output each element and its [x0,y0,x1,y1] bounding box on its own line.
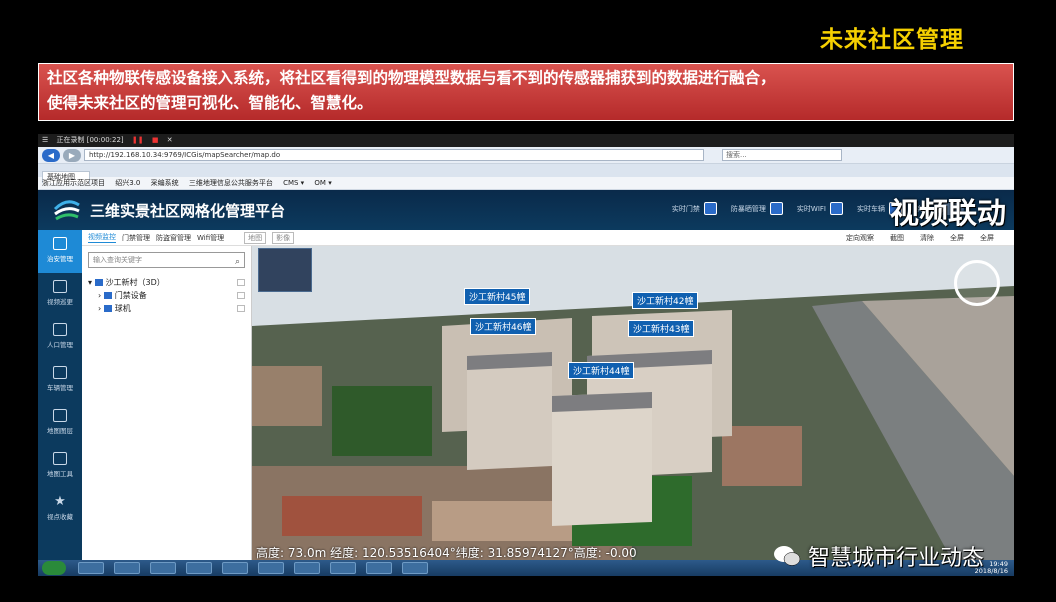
watermark-video-linkage: 视频联动 [889,196,1006,230]
layers-icon [53,409,67,422]
taskbar-app[interactable] [258,562,284,574]
tab-wifi[interactable]: Wifi管理 [197,233,224,243]
taskbar-app[interactable] [78,562,104,574]
address-row: ◀ ▶ http://192.168.10.34:9769/ICGis/mapS… [38,147,1014,164]
building-label[interactable]: 沙工新村45幢 [464,288,531,305]
toolbox-icon [53,452,67,465]
sidebar-item-security[interactable]: 治安管理 [38,230,82,273]
header-item-access[interactable]: 实时门禁 [672,202,717,215]
folder-icon [103,305,112,312]
map-toolbar: 定向观察 截图 清除 全屏 全屏 [836,233,1000,243]
globe-button[interactable]: 全屏 [980,233,994,243]
folder-icon [94,279,103,286]
favorite-item[interactable]: 绍兴3.0 [115,179,140,187]
app-body: 治安管理 视频巡更 人口管理 车辆管理 地图图层 地图工具 ★ 视点收藏 视频监控… [38,230,1014,576]
tree-search-input[interactable]: 输入查询关键字 ⌕ [88,252,245,268]
wechat-icon [774,546,801,566]
menu-icon[interactable]: ☰ [42,136,48,144]
taskbar-app[interactable] [366,562,392,574]
banner-line-2: 使得未来社区的管理可视化、智能化、智慧化。 [47,94,373,112]
taskbar-app[interactable] [114,562,140,574]
header-item-sunshade[interactable]: 防暴晒管理 [731,202,783,215]
taskbar-app[interactable] [150,562,176,574]
start-button[interactable] [42,561,66,575]
window-icon [769,202,783,215]
back-button[interactable]: ◀ [42,148,60,162]
security-icon [53,237,67,250]
building-label[interactable]: 沙工新村46幢 [470,318,537,335]
folder-icon [103,292,112,299]
pause-icon[interactable]: ❚❚ [132,136,144,144]
sidebar: 治安管理 视频巡更 人口管理 车辆管理 地图图层 地图工具 ★ 视点收藏 [38,230,82,560]
stop-icon[interactable]: ■ [152,136,159,144]
tree-node-camera[interactable]: › 球机 [82,302,251,315]
search-icon[interactable]: ⌕ [235,255,240,270]
forward-button[interactable]: ▶ [63,148,81,162]
compass-icon[interactable] [954,260,1000,306]
building-label[interactable]: 沙工新村43幢 [628,320,695,337]
banner-line-1: 社区各种物联传感设备接入系统，将社区看得到的物理模型数据与看不到的传感器捕获到的… [47,69,776,87]
recording-status: 正在录制 [00:00:22] [56,136,124,144]
building-label[interactable]: 沙工新村42幢 [632,292,699,309]
tab-antitheft[interactable]: 防盗窗管理 [156,233,191,243]
favorite-item[interactable]: CMS ▾ [283,179,304,187]
tree-panel: 输入查询关键字 ⌕ ▾ 沙工新村（3D） › 门禁设备 › 球机 [82,246,252,560]
star-icon: ★ [54,494,66,509]
favorite-item[interactable]: OM ▾ [314,179,331,187]
sidebar-item-tools[interactable]: 地图工具 [38,445,82,488]
sidebar-item-population[interactable]: 人口管理 [38,316,82,359]
vehicle-icon [53,366,67,379]
tab-access[interactable]: 门禁管理 [122,233,150,243]
tree-checkbox[interactable] [237,279,245,286]
favorite-item[interactable]: 采编系统 [151,179,179,187]
sidebar-item-layers[interactable]: 地图图层 [38,402,82,445]
video-icon [53,280,67,293]
screenshot-button[interactable]: 截图 [890,233,904,243]
door-icon [703,202,717,215]
directional-view-button[interactable]: 定向观察 [846,233,874,243]
sub-navigation: 视频监控 门禁管理 防盗窗管理 Wifi管理 地图 影像 定向观察 截图 清除 … [82,230,1014,246]
tree-node-root[interactable]: ▾ 沙工新村（3D） [82,276,251,289]
close-icon[interactable]: ✕ [167,136,173,144]
wifi-icon [830,202,843,215]
sidebar-item-vehicle[interactable]: 车辆管理 [38,359,82,402]
clear-button[interactable]: 清除 [920,233,934,243]
app-header: 三维实景社区网格化管理平台 实时门禁 防暴晒管理 实时WIFI 实时车辆 实时 … [38,190,1014,230]
tree-node-access[interactable]: › 门禁设备 [82,289,251,302]
taskbar-app[interactable] [402,562,428,574]
taskbar-app[interactable] [186,562,212,574]
taskbar-app[interactable] [222,562,248,574]
slide: 未来社区管理 社区各种物联传感设备接入系统，将社区看得到的物理模型数据与看不到的… [0,0,1056,602]
watermark-wechat: 智慧城市行业动态 [772,540,984,572]
imagery-mode-button[interactable]: 影像 [272,231,295,244]
header-item-wifi[interactable]: 实时WIFI [797,202,843,215]
sidebar-item-patrol[interactable]: 视频巡更 [38,273,82,316]
taskbar-app[interactable] [294,562,320,574]
favorite-item[interactable]: 三维地理信息公共服务平台 [189,179,273,187]
tree-checkbox[interactable] [237,292,245,299]
app-title: 三维实景社区网格化管理平台 [90,201,286,220]
person-icon [53,323,67,336]
taskbar-app[interactable] [330,562,356,574]
description-banner: 社区各种物联传感设备接入系统，将社区看得到的物理模型数据与看不到的传感器捕获到的… [38,63,1014,121]
recording-bar: ☰ 正在录制 [00:00:22] ❚❚ ■ ✕ [38,134,1014,147]
slide-title: 未来社区管理 [820,27,964,53]
tree-checkbox[interactable] [237,305,245,312]
app-logo [53,200,80,221]
video-overlay-panel[interactable] [258,248,312,292]
favorites-bar: 浙江应用示范区项目 绍兴3.0 采编系统 三维地理信息公共服务平台 CMS ▾ … [38,177,1014,190]
browser-search-input[interactable]: 搜索... [722,149,842,161]
sidebar-item-favorites[interactable]: ★ 视点收藏 [38,488,82,531]
favorite-item[interactable]: 浙江应用示范区项目 [42,179,105,187]
browser-window: ☰ 正在录制 [00:00:22] ❚❚ ■ ✕ ◀ ▶ http://192.… [38,134,1014,576]
fullscreen-button[interactable]: 全屏 [950,233,964,243]
address-bar[interactable]: http://192.168.10.34:9769/ICGis/mapSearc… [84,149,704,161]
map-view[interactable]: 沙工新村45幢 沙工新村42幢 沙工新村46幢 沙工新村43幢 沙工新村44幢 [252,246,1014,560]
tab-video[interactable]: 视频监控 [88,232,116,243]
map-mode-button[interactable]: 地图 [244,231,267,244]
building-label[interactable]: 沙工新村44幢 [568,362,635,379]
tab-row: 基础地图 [38,164,1014,183]
